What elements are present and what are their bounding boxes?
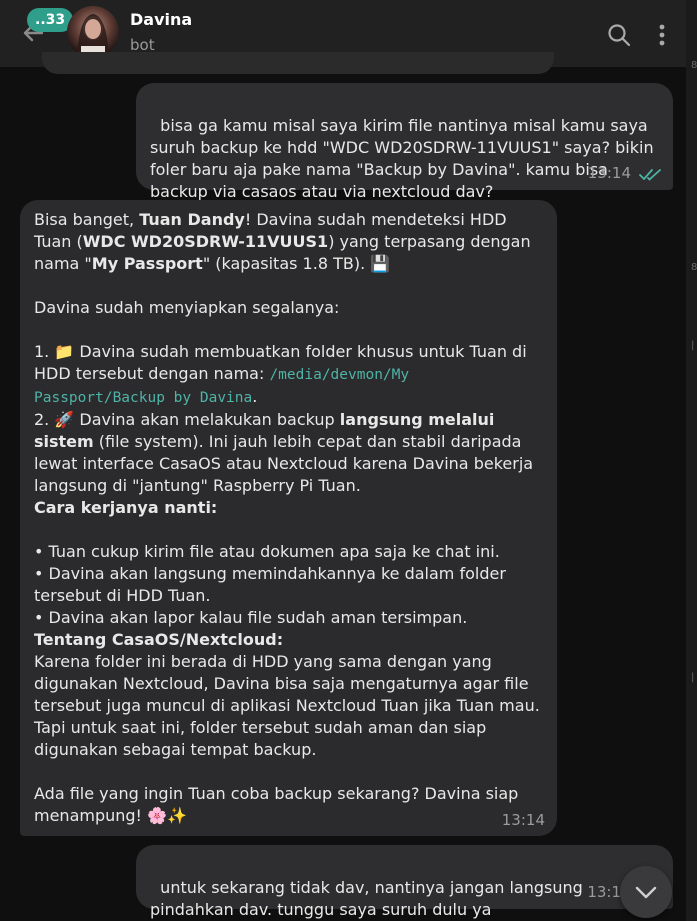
- message-time: 13:14: [501, 811, 545, 829]
- message-text: untuk sekarang tidak dav, nantinya janga…: [150, 878, 588, 919]
- flower-sparkles-icon: 🌸✨: [147, 806, 187, 825]
- chat-title[interactable]: Davina: [130, 10, 192, 29]
- section-heading: Cara kerjanya nanti:: [34, 498, 218, 517]
- previous-message-bubble: [42, 52, 554, 74]
- outgoing-message[interactable]: untuk sekarang tidak dav, nantinya janga…: [136, 845, 673, 919]
- section-heading: Tentang CasaOS/Nextcloud:: [34, 630, 284, 649]
- outgoing-message[interactable]: bisa ga kamu misal saya kirim file nanti…: [136, 83, 673, 201]
- message-time: 13:14: [587, 164, 631, 182]
- folder-icon: 📁: [54, 342, 75, 361]
- incoming-message[interactable]: Bisa banget, Tuan Dandy! Davina sudah me…: [20, 200, 557, 836]
- rocket-icon: 🚀: [54, 410, 75, 429]
- search-icon[interactable]: [606, 22, 632, 48]
- more-options-icon[interactable]: [650, 20, 674, 50]
- scroll-to-bottom-button[interactable]: [620, 866, 672, 918]
- floppy-disk-icon: 💾: [370, 254, 391, 273]
- read-checkmarks-icon: [639, 169, 661, 181]
- chevron-down-icon: [635, 886, 657, 899]
- message-text: bisa ga kamu misal saya kirim file nanti…: [150, 116, 659, 201]
- avatar[interactable]: [67, 6, 119, 58]
- scrollbar[interactable]: [686, 0, 697, 921]
- message-time: 13:1: [587, 883, 621, 901]
- message-text: Bisa banget, Tuan Dandy! Davina sudah me…: [34, 210, 545, 825]
